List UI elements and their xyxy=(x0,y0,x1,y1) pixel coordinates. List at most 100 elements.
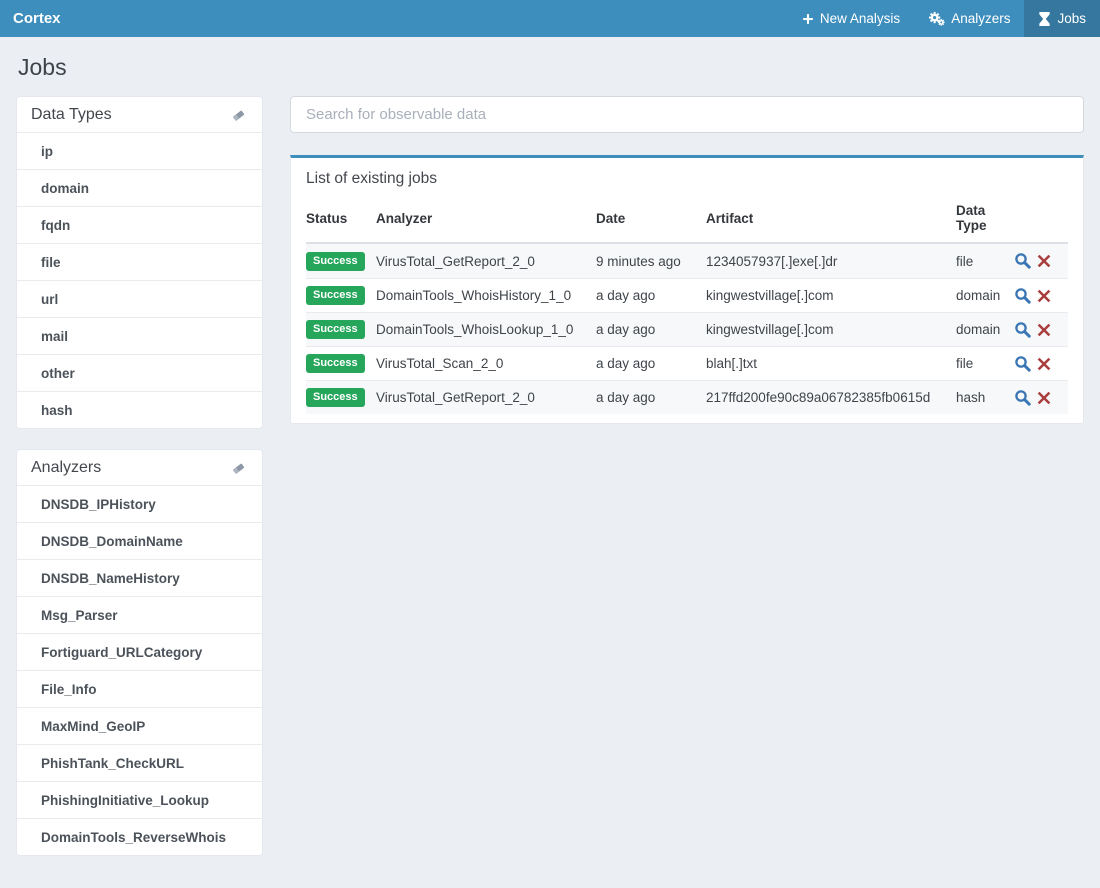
job-analyzer: VirusTotal_GetReport_2_0 xyxy=(376,254,596,269)
job-artifact: 1234057937[.]exe[.]dr xyxy=(706,254,956,269)
analyzer-filter-item[interactable]: PhishTank_CheckURL xyxy=(17,744,262,781)
table-row: Success VirusTotal_Scan_2_0 a day ago bl… xyxy=(306,346,1068,380)
job-data-type: hash xyxy=(956,390,1014,405)
job-analyzer: DomainTools_WhoisHistory_1_0 xyxy=(376,288,596,303)
hourglass-icon xyxy=(1038,12,1051,26)
data-types-panel: Data Types ip d xyxy=(16,96,263,429)
view-job-button[interactable] xyxy=(1014,355,1032,373)
column-header-analyzer: Analyzer xyxy=(376,211,596,226)
analyzer-list: DNSDB_IPHistory DNSDB_DomainName DNSDB_N… xyxy=(17,485,262,855)
job-analyzer: DomainTools_WhoisLookup_1_0 xyxy=(376,322,596,337)
table-row: Success DomainTools_WhoisLookup_1_0 a da… xyxy=(306,312,1068,346)
navbar-menu: New Analysis xyxy=(788,0,1100,37)
delete-job-button[interactable] xyxy=(1037,289,1051,303)
status-badge: Success xyxy=(306,320,365,339)
data-type-filter-item[interactable]: other xyxy=(17,354,262,391)
plus-icon xyxy=(802,13,814,25)
status-badge: Success xyxy=(306,354,365,373)
column-header-artifact: Artifact xyxy=(706,211,956,226)
analyzer-filter-item[interactable]: PhishingInitiative_Lookup xyxy=(17,781,262,818)
status-badge: Success xyxy=(306,252,365,271)
job-data-type: domain xyxy=(956,288,1014,303)
job-artifact: blah[.]txt xyxy=(706,356,956,371)
view-job-button[interactable] xyxy=(1014,389,1032,407)
delete-job-button[interactable] xyxy=(1037,357,1051,371)
search-input[interactable] xyxy=(290,96,1084,133)
cogs-icon xyxy=(928,11,945,26)
column-header-status: Status xyxy=(306,211,376,226)
jobs-table-body: Success VirusTotal_GetReport_2_0 9 minut… xyxy=(306,244,1068,414)
job-date: a day ago xyxy=(596,322,706,337)
analyzer-filter-item[interactable]: DomainTools_ReverseWhois xyxy=(17,818,262,855)
data-type-filter-item[interactable]: fqdn xyxy=(17,206,262,243)
remove-icon xyxy=(1037,325,1051,340)
job-data-type: file xyxy=(956,254,1014,269)
data-type-filter-item[interactable]: file xyxy=(17,243,262,280)
search-icon xyxy=(1014,361,1032,376)
search-icon xyxy=(1014,395,1032,410)
job-artifact: kingwestvillage[.]com xyxy=(706,288,956,303)
search-icon xyxy=(1014,327,1032,342)
analyzer-filter-item[interactable]: DNSDB_DomainName xyxy=(17,522,262,559)
job-analyzer: VirusTotal_Scan_2_0 xyxy=(376,356,596,371)
eraser-icon[interactable] xyxy=(229,460,248,477)
job-date: a day ago xyxy=(596,356,706,371)
job-data-type: file xyxy=(956,356,1014,371)
table-row: Success VirusTotal_GetReport_2_0 a day a… xyxy=(306,380,1068,414)
delete-job-button[interactable] xyxy=(1037,323,1051,337)
delete-job-button[interactable] xyxy=(1037,391,1051,405)
filters-sidebar: Data Types ip d xyxy=(16,96,263,856)
search-icon xyxy=(1014,293,1032,308)
table-row: Success DomainTools_WhoisHistory_1_0 a d… xyxy=(306,278,1068,312)
view-job-button[interactable] xyxy=(1014,321,1032,339)
job-date: 9 minutes ago xyxy=(596,254,706,269)
remove-icon xyxy=(1037,291,1051,306)
nav-item-label: Jobs xyxy=(1057,11,1086,26)
main-content: List of existing jobs Status Analyzer Da… xyxy=(290,96,1084,424)
job-date: a day ago xyxy=(596,288,706,303)
column-header-date: Date xyxy=(596,211,706,226)
remove-icon xyxy=(1037,359,1051,374)
job-analyzer: VirusTotal_GetReport_2_0 xyxy=(376,390,596,405)
table-row: Success VirusTotal_GetReport_2_0 9 minut… xyxy=(306,244,1068,278)
page-title: Jobs xyxy=(18,54,1084,81)
data-type-filter-item[interactable]: url xyxy=(17,280,262,317)
nav-item-label: Analyzers xyxy=(951,11,1010,26)
data-type-filter-item[interactable]: domain xyxy=(17,169,262,206)
brand-cortex[interactable]: Cortex xyxy=(0,0,74,37)
job-artifact: 217ffd200fe90c89a06782385fb0615d xyxy=(706,390,956,405)
nav-item-label: New Analysis xyxy=(820,11,900,26)
analyzer-filter-item[interactable]: DNSDB_IPHistory xyxy=(17,485,262,522)
jobs-list-panel: List of existing jobs Status Analyzer Da… xyxy=(290,155,1084,424)
analyzers-panel: Analyzers DNSDB_IPHistory xyxy=(16,449,263,856)
remove-icon xyxy=(1037,393,1051,408)
status-badge: Success xyxy=(306,388,365,407)
analyzers-panel-title: Analyzers xyxy=(31,459,101,477)
delete-job-button[interactable] xyxy=(1037,254,1051,268)
analyzer-filter-item[interactable]: DNSDB_NameHistory xyxy=(17,559,262,596)
jobs-panel-title: List of existing jobs xyxy=(306,158,1068,201)
data-type-filter-item[interactable]: ip xyxy=(17,132,262,169)
search-icon xyxy=(1014,258,1032,273)
data-type-filter-item[interactable]: hash xyxy=(17,391,262,428)
analyzer-filter-item[interactable]: File_Info xyxy=(17,670,262,707)
job-data-type: domain xyxy=(956,322,1014,337)
data-types-panel-title: Data Types xyxy=(31,106,112,124)
analyzer-filter-item[interactable]: Fortiguard_URLCategory xyxy=(17,633,262,670)
job-artifact: kingwestvillage[.]com xyxy=(706,322,956,337)
analyzer-filter-item[interactable]: MaxMind_GeoIP xyxy=(17,707,262,744)
analyzer-filter-item[interactable]: Msg_Parser xyxy=(17,596,262,633)
jobs-table-header: Status Analyzer Date Artifact Data Type xyxy=(306,201,1068,244)
data-type-list: ip domain fqdn file url mail other hash xyxy=(17,132,262,428)
job-date: a day ago xyxy=(596,390,706,405)
nav-item-new-analysis[interactable]: New Analysis xyxy=(788,0,914,37)
data-type-filter-item[interactable]: mail xyxy=(17,317,262,354)
status-badge: Success xyxy=(306,286,365,305)
view-job-button[interactable] xyxy=(1014,287,1032,305)
eraser-icon[interactable] xyxy=(229,107,248,124)
view-job-button[interactable] xyxy=(1014,252,1032,270)
column-header-data-type: Data Type xyxy=(956,203,1014,233)
nav-item-jobs[interactable]: Jobs xyxy=(1024,0,1100,37)
nav-item-analyzers[interactable]: Analyzers xyxy=(914,0,1024,37)
top-navbar: Cortex New Analysis xyxy=(0,0,1100,37)
